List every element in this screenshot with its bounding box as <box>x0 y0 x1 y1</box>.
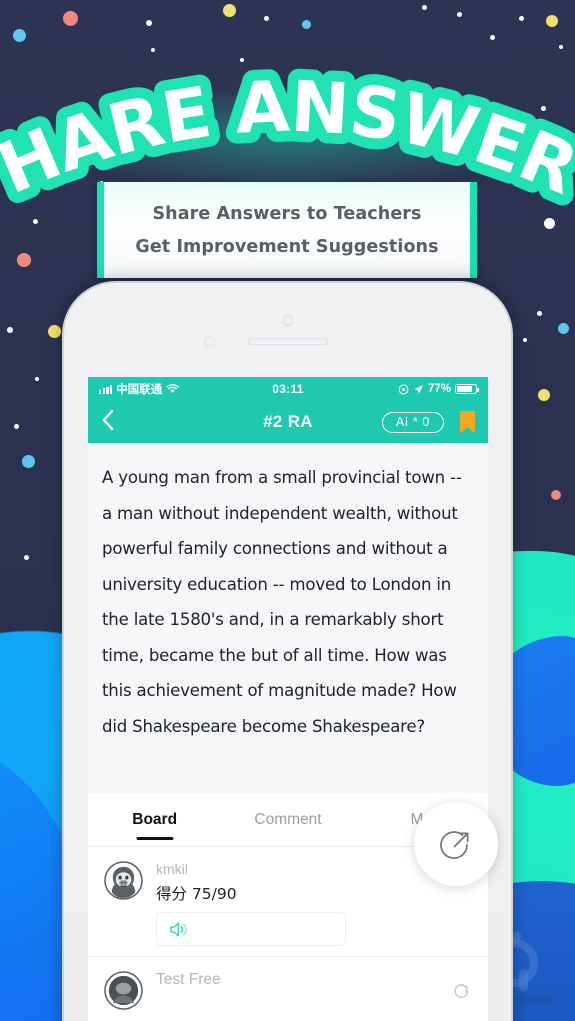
ai-badge[interactable]: AI * 0 <box>381 411 444 433</box>
star-dot <box>7 327 13 333</box>
share-refresh-icon[interactable] <box>453 983 470 1005</box>
tab-comment[interactable]: Comment <box>221 793 354 846</box>
carrier-label: 中国联通 <box>116 384 163 396</box>
star-dot <box>146 20 152 26</box>
star-dot <box>544 218 555 229</box>
wifi-icon <box>166 384 179 393</box>
star-dot <box>422 5 427 10</box>
list-item[interactable]: Test Free <box>88 956 488 1020</box>
star-dot <box>546 15 558 27</box>
battery-icon <box>455 383 480 395</box>
nav-bar: #2 RA AI * 0 <box>88 401 488 443</box>
proximity-sensor-icon <box>204 336 215 347</box>
status-bar: 中国联通 03:11 77% <box>88 377 488 401</box>
star-dot <box>24 555 29 560</box>
phone-mockup: 中国联通 03:11 77% #2 RA AI * 0 A young man … <box>62 281 513 1021</box>
list-item-score: 得分 75/90 <box>156 885 237 903</box>
promo-headline: SHARE ANSWERS SHARE ANSWERS <box>0 7 575 221</box>
subtitle-panel: Share Answers to Teachers Get Improvemen… <box>97 182 477 278</box>
star-dot <box>538 389 550 401</box>
star-dot <box>63 11 78 26</box>
subtitle-line-1: Share Answers to Teachers <box>152 204 422 224</box>
tab-board-label: Board <box>132 810 178 828</box>
passage-text: A young man from a small provincial town… <box>102 468 462 736</box>
back-button[interactable] <box>101 409 129 435</box>
star-dot <box>35 377 39 381</box>
gorilla-avatar-icon <box>104 861 143 900</box>
star-dot <box>33 219 38 224</box>
chevron-left-icon <box>102 409 114 431</box>
signal-bars-icon <box>99 384 113 394</box>
star-dot <box>223 4 236 17</box>
location-arrow-icon <box>414 384 423 394</box>
star-dot <box>523 338 527 342</box>
star-dot <box>558 323 569 334</box>
star-dot <box>14 424 19 429</box>
star-dot <box>302 20 311 29</box>
phone-screen: 中国联通 03:11 77% #2 RA AI * 0 A young man … <box>88 377 488 1021</box>
star-dot <box>490 35 495 40</box>
star-dot <box>537 311 542 316</box>
star-dot <box>17 253 31 267</box>
star-dot <box>13 29 26 42</box>
status-bar-time: 03:11 <box>272 382 304 396</box>
star-dot <box>457 12 462 17</box>
star-dot <box>48 325 61 338</box>
tab-board[interactable]: Board <box>88 793 221 846</box>
subtitle-line-2: Get Improvement Suggestions <box>135 237 439 257</box>
share-fab-button[interactable] <box>414 802 498 886</box>
star-dot <box>519 16 524 21</box>
star-dot <box>264 16 269 21</box>
star-dot <box>240 58 244 62</box>
star-dot <box>22 455 35 468</box>
battery-percent-label: 77% <box>427 383 451 395</box>
bookmark-icon[interactable] <box>460 411 475 433</box>
alarm-circle-icon <box>398 384 409 394</box>
speaker-icon <box>170 922 187 936</box>
star-dot <box>151 48 155 52</box>
user-avatar-icon <box>104 971 143 1010</box>
star-dot <box>559 45 563 49</box>
earpiece-speaker <box>247 338 328 345</box>
share-arrow-icon <box>440 831 469 859</box>
passage-container: A young man from a small provincial town… <box>88 443 488 793</box>
front-camera-icon <box>282 315 293 326</box>
audio-player[interactable] <box>156 912 346 946</box>
tab-comment-label: Comment <box>254 810 322 828</box>
star-dot <box>551 490 561 500</box>
list-item-username: Test Free <box>156 971 221 988</box>
